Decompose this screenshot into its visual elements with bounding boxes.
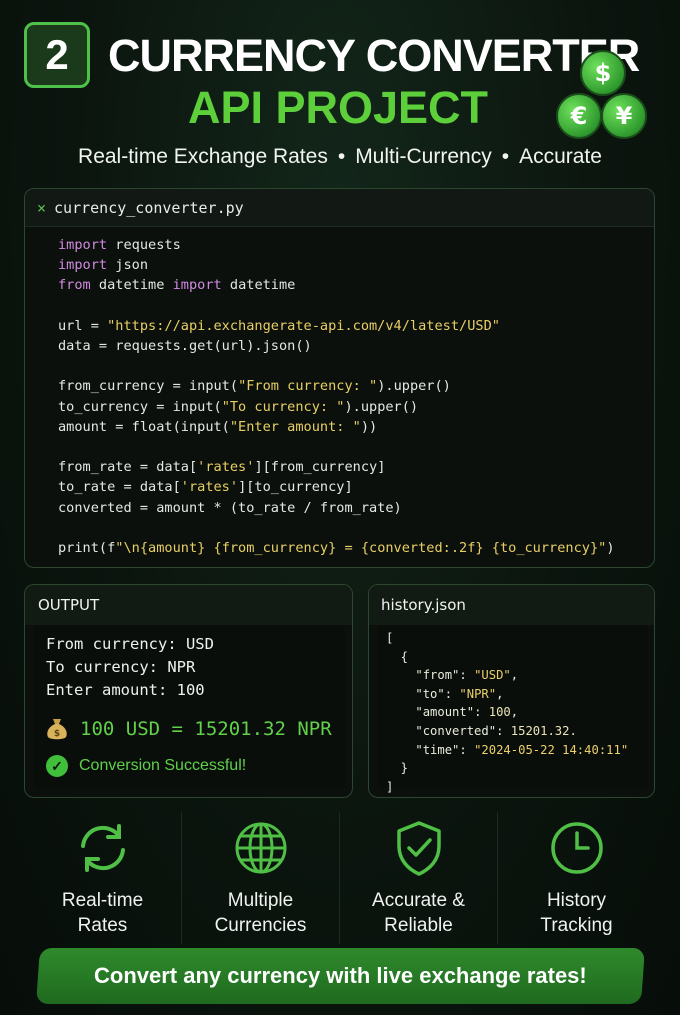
history-time: "2024-05-22 14:40:11" xyxy=(474,742,629,757)
code-line: to_currency = input("To currency: ").upp… xyxy=(58,398,419,415)
money-bag-icon: $ xyxy=(47,719,67,740)
output-title: OUTPUT xyxy=(25,585,352,625)
code-line: url = "https://api.exchangerate-api.com/… xyxy=(58,317,500,334)
code-line: import requests xyxy=(58,237,181,253)
success-text: Conversion Successful! xyxy=(79,757,247,774)
code-line: from datetime import datetime xyxy=(58,277,296,294)
yen-coin-icon: ¥ xyxy=(601,93,647,139)
code-editor-panel: × currency_converter.py import requests i… xyxy=(24,188,655,568)
separator-dot: • xyxy=(337,145,346,168)
code-line: import json xyxy=(58,257,149,274)
success-message: ✓ Conversion Successful! xyxy=(46,755,345,777)
feature-history: History Tracking xyxy=(498,812,655,944)
cta-banner[interactable]: Convert any currency with live exchange … xyxy=(36,948,645,1004)
history-filename: history.json xyxy=(369,585,654,625)
output-line: From currency: USD xyxy=(46,635,214,653)
terminal-output: From currency: USD To currency: NPR Ente… xyxy=(34,625,345,789)
euro-coin-icon: € xyxy=(556,93,602,139)
feature-label: Real-time Rates xyxy=(61,890,144,936)
feature-label: Multiple Currencies xyxy=(214,890,307,936)
code-line: print(f"\n{amount} {from_currency} = {co… xyxy=(58,540,615,557)
tagline-item: Real-time Exchange Rates xyxy=(78,145,328,168)
feature-label: History Tracking xyxy=(540,890,613,936)
code-line: from_rate = data['rates'][from_currency] xyxy=(58,459,386,476)
clock-icon xyxy=(550,822,603,874)
check-circle-icon: ✓ xyxy=(46,755,68,777)
output-panel: OUTPUT From currency: USD To currency: N… xyxy=(24,584,353,798)
editor-tab[interactable]: × currency_converter.py xyxy=(25,189,654,227)
refresh-icon xyxy=(80,824,125,872)
history-to: "NPR" xyxy=(459,686,497,701)
code-block: import requests import json from datetime … xyxy=(25,227,654,558)
history-json: [ { "from": "USD", "to": "NPR", "amount"… xyxy=(378,625,648,794)
feature-currencies: Multiple Currencies xyxy=(182,812,340,944)
dollar-coin-icon: $ xyxy=(580,50,626,96)
conversion-result: $ 100 USD = 15201.32 NPR xyxy=(46,717,345,741)
history-converted: 15201.32. xyxy=(510,723,577,738)
cta-text: Convert any currency with live exchange … xyxy=(94,963,587,988)
feature-label: Accurate & Reliable xyxy=(372,890,465,936)
separator-dot: • xyxy=(501,145,510,168)
code-line: amount = float(input("Enter amount: ")) xyxy=(58,418,378,435)
code-line: converted = amount * (to_rate / from_rat… xyxy=(58,499,402,516)
code-line: data = requests.get(url).json() xyxy=(58,338,312,355)
globe-icon xyxy=(235,822,286,874)
tagline-item: Multi-Currency xyxy=(355,145,492,168)
features-row: Real-time Rates Multiple Currencies Accu… xyxy=(24,812,655,944)
output-line: To currency: NPR xyxy=(46,658,196,676)
feature-accurate: Accurate & Reliable xyxy=(340,812,498,944)
history-panel: history.json [ { "from": "USD", "to": "N… xyxy=(368,584,655,798)
page-subtitle-title: API PROJECT xyxy=(187,82,489,133)
page-title: CURRENCY CONVERTER xyxy=(108,30,640,81)
tagline: Real-time Exchange Rates • Multi-Currency •… xyxy=(0,145,680,169)
output-line: Enter amount: 100 xyxy=(46,681,205,699)
history-from: "USD" xyxy=(474,668,511,683)
step-number-badge: 2 xyxy=(24,22,90,88)
code-line: to_rate = data['rates'][to_currency] xyxy=(58,479,353,496)
feature-realtime: Real-time Rates xyxy=(24,812,182,944)
close-icon[interactable]: × xyxy=(37,199,46,217)
result-text: 100 USD = 15201.32 NPR xyxy=(80,718,332,740)
tagline-item: Accurate xyxy=(519,145,602,168)
filename: currency_converter.py xyxy=(54,198,244,217)
code-line: from_currency = input("From currency: ")… xyxy=(58,378,451,395)
shield-check-icon xyxy=(396,821,441,876)
svg-text:$: $ xyxy=(54,729,60,739)
history-amount: 100 xyxy=(488,705,511,720)
